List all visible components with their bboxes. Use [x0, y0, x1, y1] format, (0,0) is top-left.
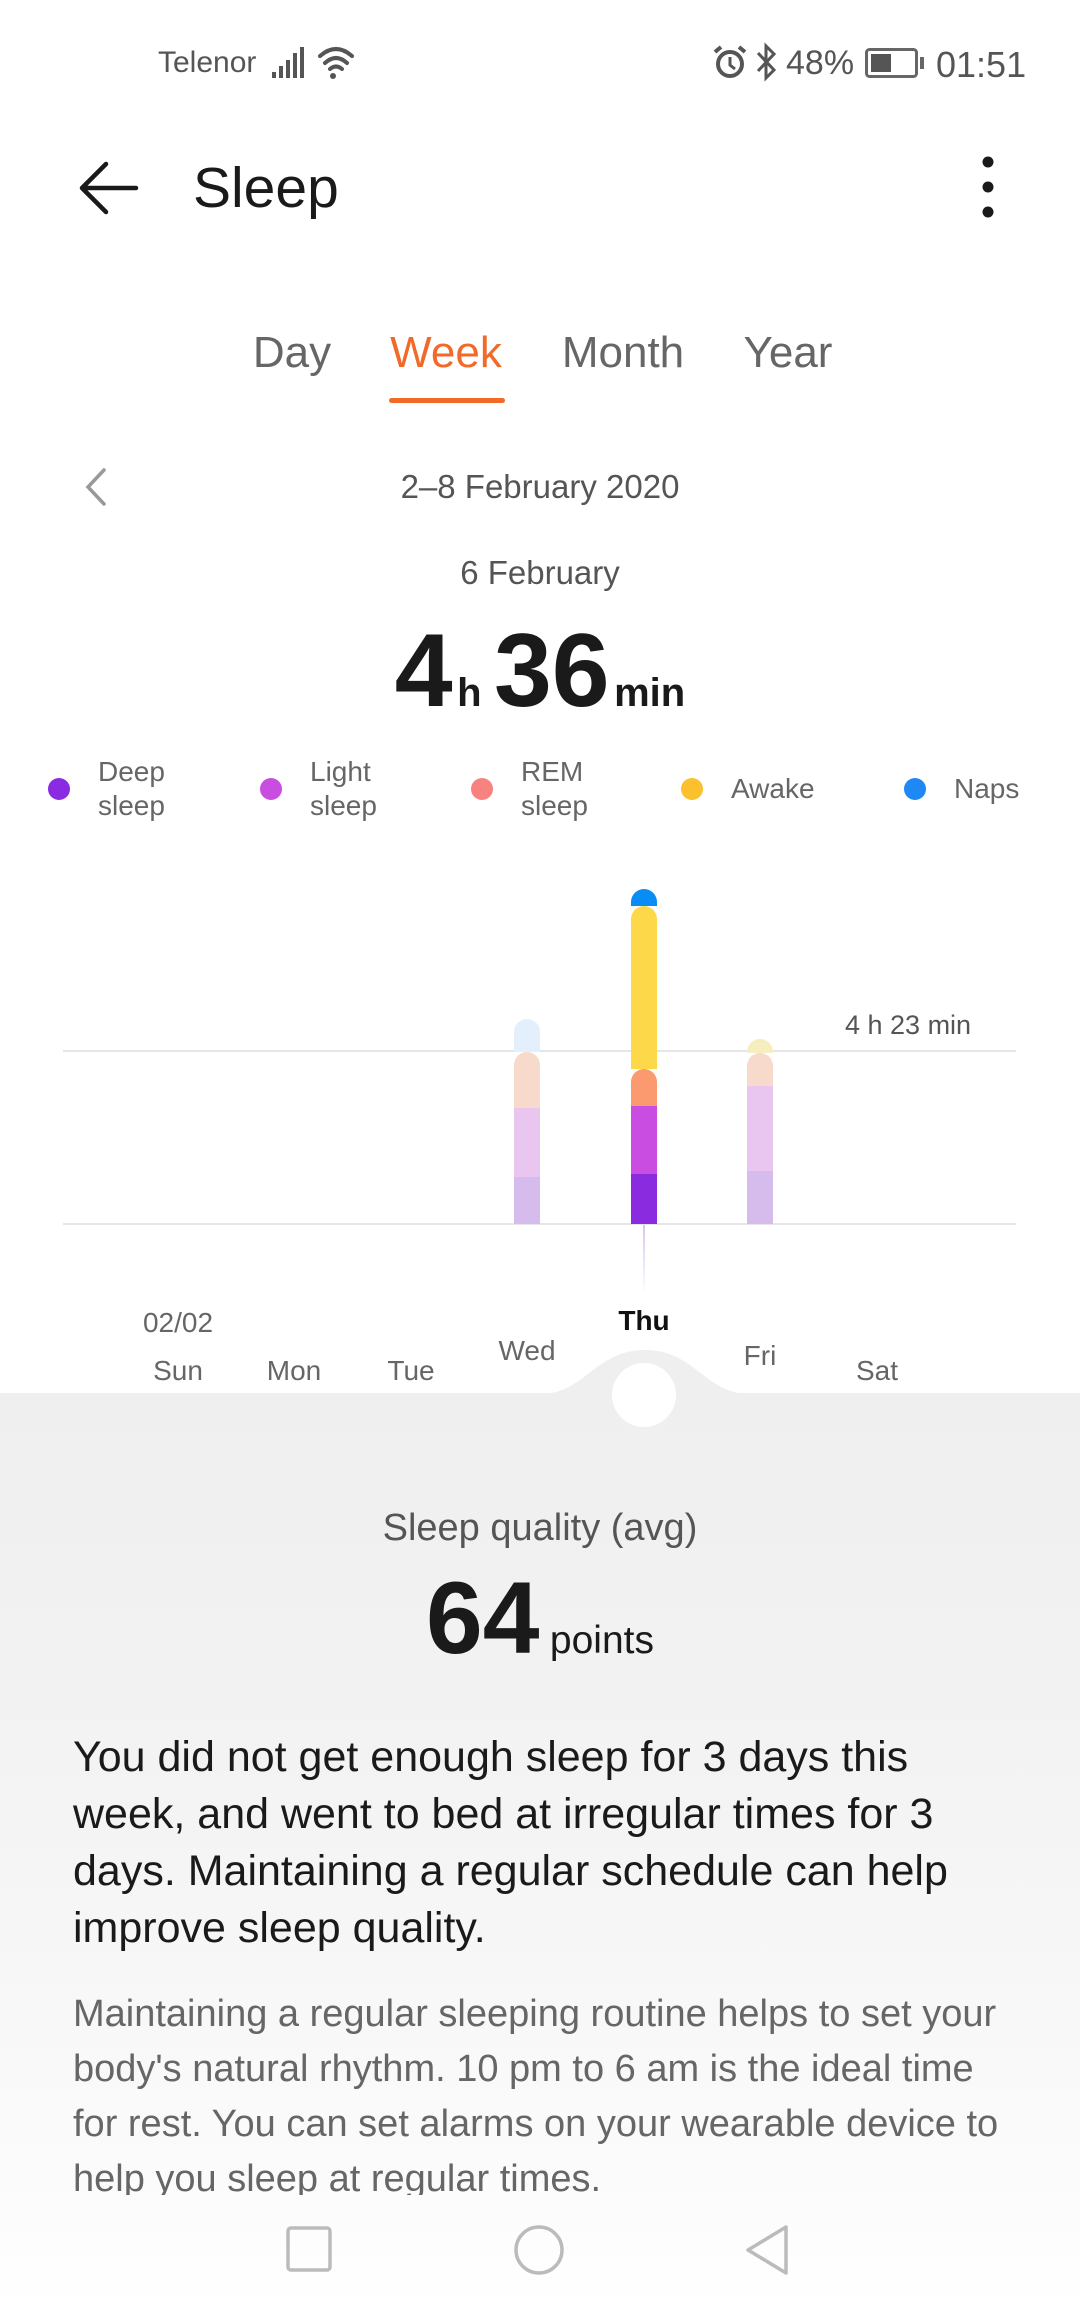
battery-icon — [865, 48, 924, 78]
bar-segment-thu-rem-sleep — [631, 1068, 657, 1106]
bar-segment-fri-rem-sleep — [747, 1052, 773, 1086]
legend-dot — [471, 778, 493, 800]
legend-label: Deep sleep — [98, 756, 165, 821]
wifi-icon — [318, 47, 354, 79]
legend-light-sleep: Light sleep — [260, 755, 390, 823]
bar-segment-wed-light-sleep — [514, 1108, 540, 1178]
bar-segment-thu-awake — [631, 906, 657, 1069]
duration-minutes-unit: min — [614, 671, 686, 715]
bar-segment-fri-deep-sleep — [747, 1170, 773, 1224]
first-date-label: 02/02 — [142, 1307, 214, 1338]
legend-deep-sleep: Deep sleep — [48, 755, 178, 823]
x-axis-label-mon[interactable]: Mon — [267, 1355, 321, 1387]
advice-detail: Maintaining a regular sleeping routine h… — [73, 1993, 999, 2195]
quality-value: 64 — [426, 1561, 540, 1675]
legend-label: Naps — [954, 773, 1020, 804]
legend-label: Awake — [731, 773, 815, 804]
more-vertical-icon[interactable] — [976, 154, 1000, 220]
legend-label: Light sleep — [310, 756, 377, 821]
legend-dot — [260, 778, 282, 800]
legend-label: REM sleep — [521, 756, 588, 821]
legend-dot — [681, 778, 703, 800]
bluetooth-icon — [756, 42, 777, 82]
tab-month[interactable]: Month — [562, 328, 684, 378]
recents-square-icon[interactable] — [286, 2226, 332, 2272]
arrow-left-icon[interactable] — [76, 158, 140, 218]
day-selector-handle[interactable] — [612, 1363, 676, 1427]
bar-segment-wed-naps — [514, 1019, 540, 1052]
signal-icon — [272, 47, 304, 78]
status-bar: Telenor 48% 01:51 — [0, 0, 1080, 120]
duration-hours: 4 — [394, 613, 453, 729]
active-tab-indicator — [389, 398, 505, 403]
tab-day[interactable]: Day — [253, 328, 331, 378]
tab-year[interactable]: Year — [744, 328, 833, 378]
x-axis-label-sun[interactable]: Sun — [153, 1355, 203, 1387]
back-triangle-icon[interactable] — [744, 2224, 790, 2276]
quality-unit: points — [549, 1619, 654, 1662]
bar-segment-thu-naps — [631, 888, 657, 907]
bar-segment-wed-rem-sleep — [514, 1051, 540, 1109]
duration-hours-unit: h — [457, 671, 482, 715]
page-title: Sleep — [193, 156, 339, 220]
legend-awake: Awake — [681, 772, 815, 806]
bar-segment-fri-awake — [747, 1039, 773, 1053]
alarm-icon — [713, 45, 747, 78]
x-axis-label-sat[interactable]: Sat — [856, 1355, 898, 1387]
x-axis-label-thu[interactable]: Thu — [618, 1305, 669, 1337]
reference-gridline — [63, 1050, 1016, 1052]
x-axis-label-fri[interactable]: Fri — [744, 1340, 777, 1372]
selected-date: 6 February — [460, 554, 620, 591]
selected-indicator-line — [643, 1225, 645, 1295]
date-range: 2–8 February 2020 — [400, 468, 680, 505]
x-axis-label-wed[interactable]: Wed — [498, 1335, 555, 1367]
duration-minutes: 36 — [493, 613, 610, 729]
legend-dot — [48, 778, 70, 800]
clock: 01:51 — [936, 44, 1027, 85]
sleep-duration: 4 h 36 min — [0, 612, 1080, 731]
bar-segment-fri-light-sleep — [747, 1085, 773, 1171]
tab-week[interactable]: Week — [390, 328, 502, 378]
advice-detail-container: Maintaining a regular sleeping routine h… — [73, 1987, 1018, 2195]
baseline-gridline — [63, 1223, 1016, 1225]
bar-segment-thu-deep-sleep — [631, 1174, 657, 1224]
battery-percent: 48% — [786, 44, 855, 82]
home-circle-icon[interactable] — [513, 2224, 565, 2276]
legend-rem-sleep: REM sleep — [471, 755, 601, 823]
sleep-quality-score: 64 points — [0, 1560, 1080, 1677]
x-axis-label-tue[interactable]: Tue — [387, 1355, 434, 1387]
bar-segment-thu-light-sleep — [631, 1105, 657, 1174]
reference-line-label: 4 h 23 min — [845, 1010, 972, 1040]
legend-dot — [904, 778, 926, 800]
advice-summary: You did not get enough sleep for 3 days … — [73, 1733, 948, 1952]
carrier-label: Telenor — [158, 46, 257, 79]
sleep-quality-label: Sleep quality (avg) — [382, 1507, 698, 1549]
legend-naps: Naps — [904, 772, 1019, 806]
bar-segment-wed-deep-sleep — [514, 1177, 540, 1224]
